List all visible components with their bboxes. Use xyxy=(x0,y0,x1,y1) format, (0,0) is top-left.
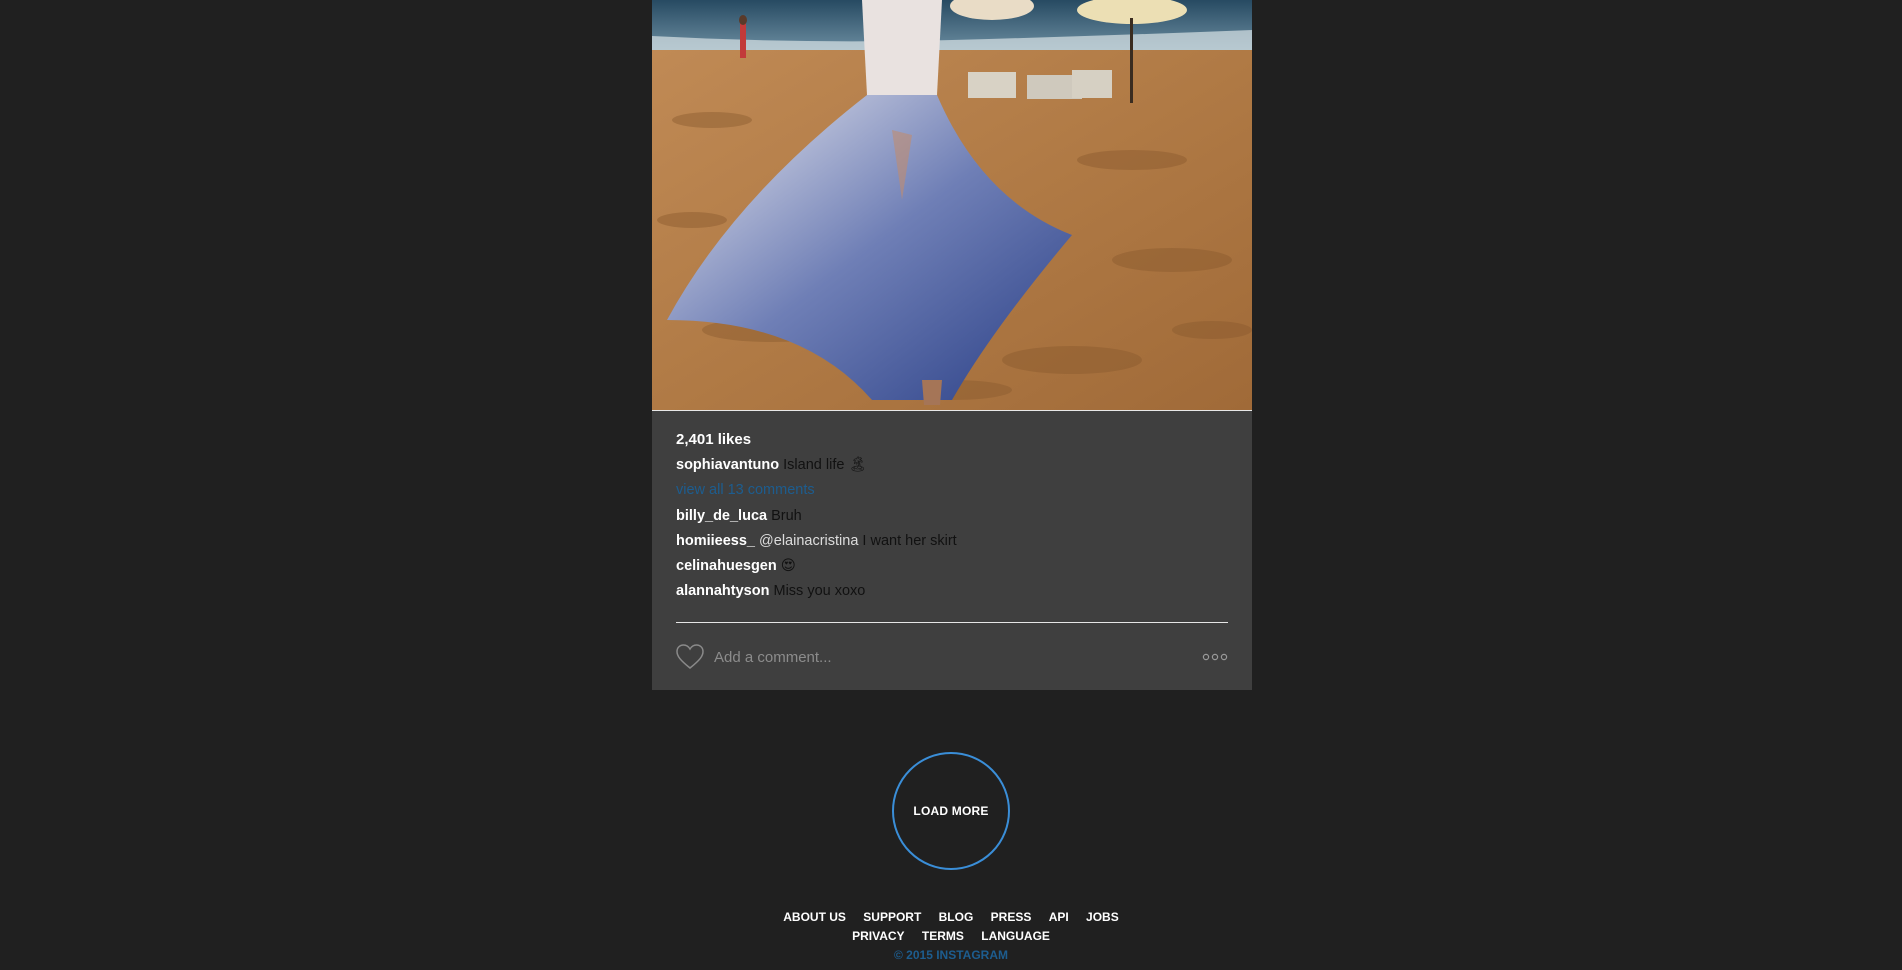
post-meta: 2,401 likes sophiavantuno Island life 🏝 … xyxy=(676,430,1228,606)
footer-link-about-us[interactable]: ABOUT US xyxy=(783,910,846,924)
comment-mention-link[interactable]: @elainacristina xyxy=(759,533,858,549)
comment-text: Bruh xyxy=(771,508,802,524)
footer-link-support[interactable]: SUPPORT xyxy=(863,910,921,924)
footer-link-privacy[interactable]: PRIVACY xyxy=(852,929,904,943)
footer-link-language[interactable]: LANGUAGE xyxy=(981,929,1050,943)
comment-text: 😍 xyxy=(780,558,796,574)
beach-photo-image xyxy=(652,0,1252,410)
heart-icon[interactable] xyxy=(676,644,704,670)
footer-link-api[interactable]: API xyxy=(1049,910,1069,924)
comment-row: celinahuesgen 😍 xyxy=(676,556,1228,581)
caption-text: Island life 🏝 xyxy=(783,457,867,473)
footer-links-primary: ABOUT US SUPPORT BLOG PRESS API JOBS xyxy=(0,908,1902,927)
comment-row: billy_de_luca Bruh xyxy=(676,506,1228,531)
footer-link-blog[interactable]: BLOG xyxy=(939,910,974,924)
caption: sophiavantuno Island life 🏝 xyxy=(676,455,1228,480)
view-all-comments-link[interactable]: view all 13 comments xyxy=(676,480,1228,506)
comments-divider xyxy=(676,622,1228,623)
more-options-icon[interactable] xyxy=(1202,653,1228,661)
comment-username[interactable]: alannahtyson xyxy=(676,583,769,599)
comment-username[interactable]: billy_de_luca xyxy=(676,508,767,524)
footer-link-terms[interactable]: TERMS xyxy=(922,929,964,943)
comment-username[interactable]: celinahuesgen xyxy=(676,558,777,574)
load-more-button[interactable]: LOAD MORE xyxy=(892,752,1010,870)
comment-text: I want her skirt xyxy=(862,533,957,549)
caption-username[interactable]: sophiavantuno xyxy=(676,457,779,473)
comment-text: Miss you xoxo xyxy=(773,583,866,599)
footer-link-press[interactable]: PRESS xyxy=(991,910,1032,924)
footer: ABOUT US SUPPORT BLOG PRESS API JOBS PRI… xyxy=(0,908,1902,965)
likes-count: 2,401 likes xyxy=(676,431,752,448)
footer-links-secondary: PRIVACY TERMS LANGUAGE xyxy=(0,927,1902,946)
post-card: 2,401 likes sophiavantuno Island life 🏝 … xyxy=(652,0,1252,690)
comment-bar xyxy=(676,644,1228,670)
footer-link-jobs[interactable]: JOBS xyxy=(1086,910,1119,924)
comment-row: homiieess_ @elainacristina I want her sk… xyxy=(676,531,1228,556)
comment-row: alannahtyson Miss you xoxo xyxy=(676,581,1228,606)
comment-username[interactable]: homiieess_ xyxy=(676,533,755,549)
copyright-text: © 2015 INSTAGRAM xyxy=(894,948,1008,962)
post-photo[interactable] xyxy=(652,0,1252,411)
comment-input[interactable] xyxy=(714,646,1154,668)
